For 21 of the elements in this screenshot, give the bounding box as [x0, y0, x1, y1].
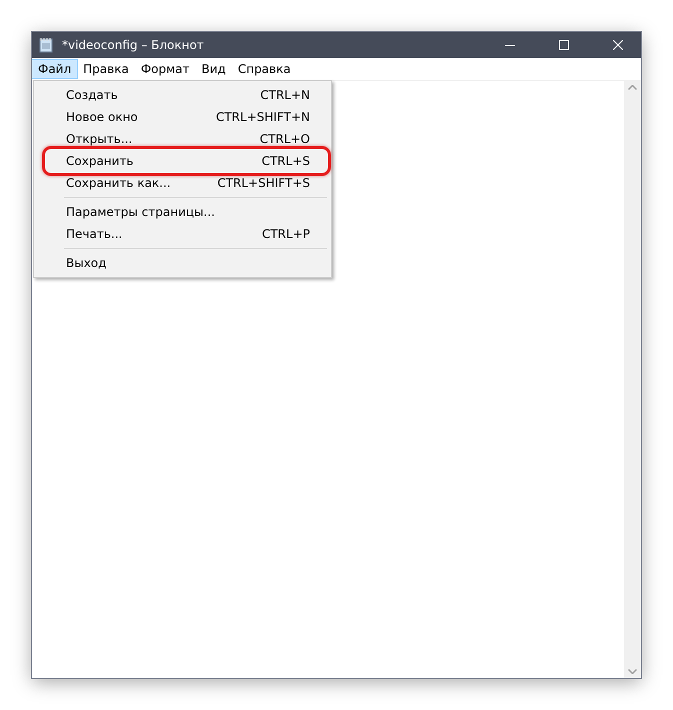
scroll-bar[interactable] — [624, 81, 641, 678]
menu-item[interactable]: Новое окно CTRL+SHIFT+N — [36, 106, 329, 128]
menu-item[interactable]: Сохранить CTRL+S — [36, 150, 329, 172]
menu-item[interactable]: Открыть... CTRL+O — [36, 128, 329, 150]
close-icon — [613, 40, 623, 50]
notepad-icon — [38, 37, 54, 53]
menu-bar-item[interactable]: Справка — [232, 60, 297, 78]
menu-bar-item[interactable]: Файл — [32, 60, 78, 78]
menu-item[interactable]: Параметры страницы... — [36, 201, 329, 223]
menu-item[interactable]: Выход — [36, 252, 329, 274]
menu-bar-item[interactable]: Вид — [196, 60, 232, 78]
menu-bar-item[interactable]: Формат — [134, 60, 196, 78]
menu-item[interactable]: Создать CTRL+N — [36, 84, 329, 106]
scroll-down-icon — [628, 669, 637, 674]
menu-item[interactable]: Сохранить как... CTRL+SHIFT+S — [36, 172, 329, 194]
menu-item[interactable]: Печать... CTRL+P — [36, 223, 329, 245]
scroll-up-icon — [628, 85, 637, 90]
minimize-icon — [505, 44, 515, 46]
maximize-icon — [559, 40, 569, 50]
window-title: *videoconfig – Блокнот — [62, 38, 205, 52]
menu-bar-item[interactable]: Правка — [77, 60, 135, 78]
